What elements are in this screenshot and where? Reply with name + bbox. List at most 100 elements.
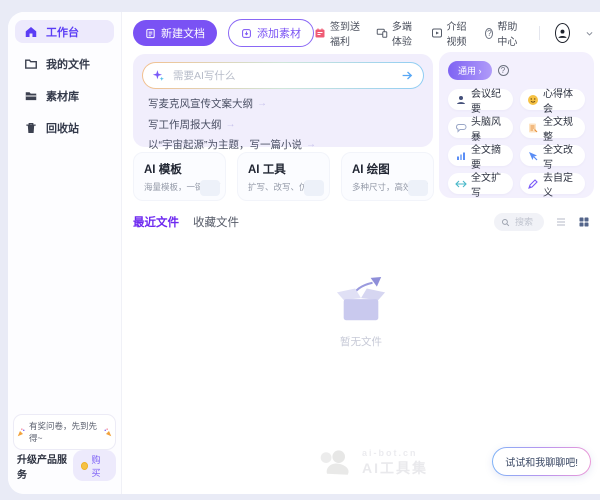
intro-video-label: 介绍视频 — [447, 18, 471, 48]
arrow-right-icon: → — [226, 119, 236, 130]
topbar-divider — [539, 26, 540, 40]
help-center-label: 帮助中心 — [497, 18, 524, 48]
topbar: 新建文档 添加素材 签到送福利 多 — [122, 18, 594, 48]
add-material-icon — [241, 28, 252, 39]
add-material-button[interactable]: 添加素材 — [228, 19, 314, 47]
new-document-button[interactable]: 新建文档 — [133, 20, 217, 46]
video-icon — [431, 27, 443, 39]
ai-prompt-panel: 写麦克风宣传文案大纲 → 写工作周报大纲 → 以“宇宙起源”为主题，写一篇小说 … — [133, 54, 433, 147]
app-window: 工作台 我的文件 素材库 回收站 — [8, 12, 600, 494]
paw-logo-icon — [318, 450, 354, 476]
drawing-ghost-icon — [408, 180, 428, 196]
sidebar: 工作台 我的文件 素材库 回收站 — [8, 12, 122, 494]
buy-label: 购买 — [91, 453, 108, 479]
arrow-right-icon: → — [306, 139, 316, 150]
empty-text: 暂无文件 — [340, 334, 382, 349]
multi-device-label: 多端体验 — [392, 18, 416, 48]
action-text-expand[interactable]: 全文扩写 — [448, 173, 513, 194]
card-title: AI 模板 — [144, 161, 215, 177]
category-help-icon[interactable]: ? — [498, 65, 509, 76]
search-icon — [501, 218, 510, 227]
watermark-title: AI工具集 — [362, 458, 428, 478]
main-area: 新建文档 添加素材 签到送福利 多 — [122, 12, 600, 494]
home-icon — [24, 25, 38, 39]
rewrite-cursor-icon — [527, 150, 539, 162]
chat-with-me-button[interactable]: 试试和我聊聊吧! — [492, 447, 591, 476]
tab-recent-files[interactable]: 最近文件 — [133, 214, 179, 230]
action-meeting-minutes[interactable]: 会议纪要 — [448, 89, 513, 110]
party-popper-icon — [103, 428, 112, 437]
help-icon: ? — [485, 28, 493, 39]
promo-text: 有奖问卷，先到先得~ — [29, 420, 100, 444]
sidebar-item-workspace[interactable]: 工作台 — [15, 20, 114, 43]
ai-suggestion[interactable]: 写工作周报大纲 → — [148, 117, 424, 132]
intro-video-link[interactable]: 介绍视频 — [431, 18, 471, 48]
new-document-icon — [145, 28, 156, 39]
action-brainstorm[interactable]: 头脑风暴 — [448, 117, 513, 138]
expand-arrows-icon — [455, 178, 467, 190]
multi-device-link[interactable]: 多端体验 — [376, 18, 416, 48]
watermark: ai-bot.cn AI工具集 — [318, 448, 428, 478]
tab-favorite-files[interactable]: 收藏文件 — [193, 214, 239, 230]
send-icon[interactable] — [401, 69, 414, 82]
sidebar-item-label: 回收站 — [46, 120, 79, 136]
watermark-url: ai-bot.cn — [362, 448, 428, 458]
grid-view-icon[interactable] — [578, 216, 590, 228]
files-tabs: 最近文件 收藏文件 — [133, 214, 239, 230]
thought-bubble-icon — [455, 122, 467, 134]
card-ai-drawing[interactable]: AI 绘图 多种尺寸，高效配图 — [341, 152, 434, 201]
upgrade-service-label: 升级产品服务 — [17, 451, 73, 481]
sidebar-item-label: 我的文件 — [46, 56, 90, 72]
feature-cards: AI 模板 海量模板，一键成稿 AI 工具 扩写、改写、仿写 AI 绘图 多种尺… — [133, 152, 434, 201]
empty-state: 暂无文件 — [122, 276, 600, 349]
category-pill[interactable]: 通用 › — [448, 61, 492, 80]
card-ai-tools[interactable]: AI 工具 扩写、改写、仿写 — [237, 152, 330, 201]
card-title: AI 绘图 — [352, 161, 423, 177]
material-library-icon — [24, 89, 38, 103]
chevron-down-icon[interactable] — [585, 29, 594, 38]
survey-promo-banner[interactable]: 有奖问卷，先到先得~ — [13, 414, 116, 450]
buy-button[interactable]: 购买 — [73, 450, 116, 481]
sidebar-item-my-files[interactable]: 我的文件 — [15, 52, 114, 75]
meeting-minutes-icon — [455, 94, 467, 106]
empty-box-illustration — [330, 276, 392, 326]
sidebar-item-material-library[interactable]: 素材库 — [15, 84, 114, 107]
party-popper-icon — [17, 428, 26, 437]
file-search-input[interactable] — [513, 216, 537, 228]
ai-suggestion[interactable]: 以“宇宙起源”为主题，写一篇小说 → — [148, 137, 424, 152]
user-avatar[interactable] — [555, 23, 570, 43]
file-search-box[interactable] — [494, 213, 544, 231]
sparkle-icon — [152, 69, 165, 82]
sidebar-item-label: 工作台 — [46, 24, 79, 40]
action-text-organize[interactable]: 全文规整 — [520, 117, 585, 138]
ai-prompt-input[interactable] — [171, 69, 395, 83]
devices-icon — [376, 27, 388, 39]
smiley-icon — [527, 94, 539, 106]
ai-suggestion[interactable]: 写麦克风宣传文案大纲 → — [148, 96, 424, 111]
coin-icon — [81, 462, 89, 470]
ai-suggestion-text: 写工作周报大纲 — [148, 117, 222, 132]
ai-prompt-inputbox[interactable] — [142, 62, 424, 89]
action-customize[interactable]: 去自定义 — [520, 173, 585, 194]
sidebar-item-recycle-bin[interactable]: 回收站 — [15, 116, 114, 139]
signin-rewards-label: 签到送福利 — [330, 18, 361, 48]
trash-icon — [24, 121, 38, 135]
document-organize-icon — [527, 122, 539, 134]
tools-ghost-icon — [304, 180, 324, 196]
summary-icon — [455, 150, 467, 162]
action-text-rewrite[interactable]: 全文改写 — [520, 145, 585, 166]
my-files-icon — [24, 57, 38, 71]
help-center-link[interactable]: ? 帮助中心 — [485, 18, 524, 48]
new-document-label: 新建文档 — [161, 25, 205, 41]
card-ai-templates[interactable]: AI 模板 海量模板，一键成稿 — [133, 152, 226, 201]
card-title: AI 工具 — [248, 161, 319, 177]
list-view-icon[interactable] — [555, 216, 567, 228]
sidebar-item-label: 素材库 — [46, 88, 79, 104]
action-reflections[interactable]: 心得体会 — [520, 89, 585, 110]
add-material-label: 添加素材 — [257, 25, 301, 41]
ai-suggestion-text: 写麦克风宣传文案大纲 — [148, 96, 253, 111]
signin-rewards-link[interactable]: 签到送福利 — [314, 18, 361, 48]
template-ghost-icon — [200, 180, 220, 196]
ai-suggestion-text: 以“宇宙起源”为主题，写一篇小说 — [148, 137, 302, 152]
action-text-summary[interactable]: 全文摘要 — [448, 145, 513, 166]
